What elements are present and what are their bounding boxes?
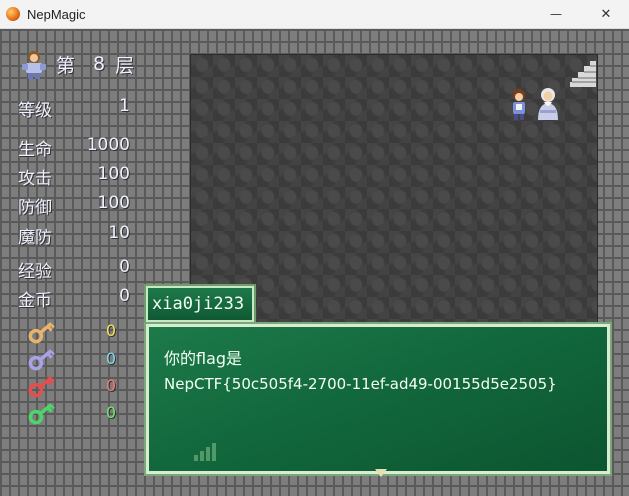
app-icon bbox=[6, 7, 20, 21]
green-key-icon bbox=[28, 403, 55, 425]
red-key-icon bbox=[28, 376, 55, 398]
stairs-icon[interactable] bbox=[570, 61, 596, 87]
yellow-key-count: 0 bbox=[105, 321, 116, 340]
stat-label: 金币 bbox=[18, 291, 52, 311]
stat-label: 魔防 bbox=[18, 228, 52, 248]
window-titlebar: NepMagic — ✕ bbox=[0, 0, 629, 29]
stat-value: 0 bbox=[119, 286, 130, 306]
floor-indicator: 第 8 层 bbox=[20, 49, 134, 79]
stat-value: 10 bbox=[108, 223, 130, 243]
close-button[interactable]: ✕ bbox=[583, 0, 629, 28]
next-arrow-icon[interactable] bbox=[375, 469, 387, 477]
blue-key-count: 0 bbox=[105, 349, 116, 368]
hero-icon bbox=[22, 51, 46, 79]
stat-gold: 金币 0 bbox=[18, 286, 130, 311]
window-title: NepMagic bbox=[27, 6, 86, 22]
stat-attack: 攻击 100 bbox=[18, 164, 130, 189]
dialog-text-line1: 你的flag是 bbox=[164, 349, 243, 368]
stat-hp: 生命 1000 bbox=[18, 135, 130, 160]
stat-level: 等级 1 bbox=[18, 96, 130, 121]
old-man-npc-icon[interactable] bbox=[534, 86, 562, 120]
stat-label: 经验 bbox=[18, 262, 52, 282]
stat-label: 防御 bbox=[18, 198, 52, 218]
stat-value: 100 bbox=[97, 164, 130, 184]
stat-label: 攻击 bbox=[18, 169, 52, 189]
floor-number: 8 bbox=[93, 53, 106, 75]
signal-bars-icon bbox=[194, 443, 216, 461]
red-key-count: 0 bbox=[105, 376, 116, 395]
stat-value: 1000 bbox=[86, 135, 130, 155]
stat-experience: 经验 0 bbox=[18, 257, 130, 282]
floor-suffix: 层 bbox=[115, 54, 135, 77]
green-key-count: 0 bbox=[105, 403, 116, 422]
dialog-text-flag: NepCTF{50c505f4-2700-11ef-ad49-00155d5e2… bbox=[164, 375, 557, 393]
stat-magic-defense: 魔防 10 bbox=[18, 223, 130, 248]
stat-defense: 防御 100 bbox=[18, 193, 130, 218]
stat-value: 1 bbox=[119, 96, 130, 116]
blue-key-icon bbox=[28, 349, 55, 371]
minimize-button[interactable]: — bbox=[533, 0, 579, 28]
dialog-box[interactable]: 你的flag是 NepCTF{50c505f4-2700-11ef-ad49-0… bbox=[144, 322, 612, 477]
yellow-key-icon bbox=[28, 322, 55, 344]
game-canvas[interactable]: 第 8 层 等级 1 生命 1000 攻击 100 防御 100 魔防 10 经… bbox=[0, 29, 629, 496]
stat-label: 生命 bbox=[18, 140, 52, 160]
stat-value: 100 bbox=[97, 193, 130, 213]
close-icon: ✕ bbox=[600, 6, 612, 22]
status-sidebar: 第 8 层 等级 1 生命 1000 攻击 100 防御 100 魔防 10 经… bbox=[0, 29, 143, 496]
floor-label: 第 bbox=[56, 54, 76, 77]
minimize-icon: — bbox=[550, 7, 562, 21]
dialog-speaker-name: xia0ji233 bbox=[144, 284, 256, 324]
stat-label: 等级 bbox=[18, 101, 52, 121]
stat-value: 0 bbox=[119, 257, 130, 277]
girl-npc-icon[interactable] bbox=[508, 88, 530, 120]
